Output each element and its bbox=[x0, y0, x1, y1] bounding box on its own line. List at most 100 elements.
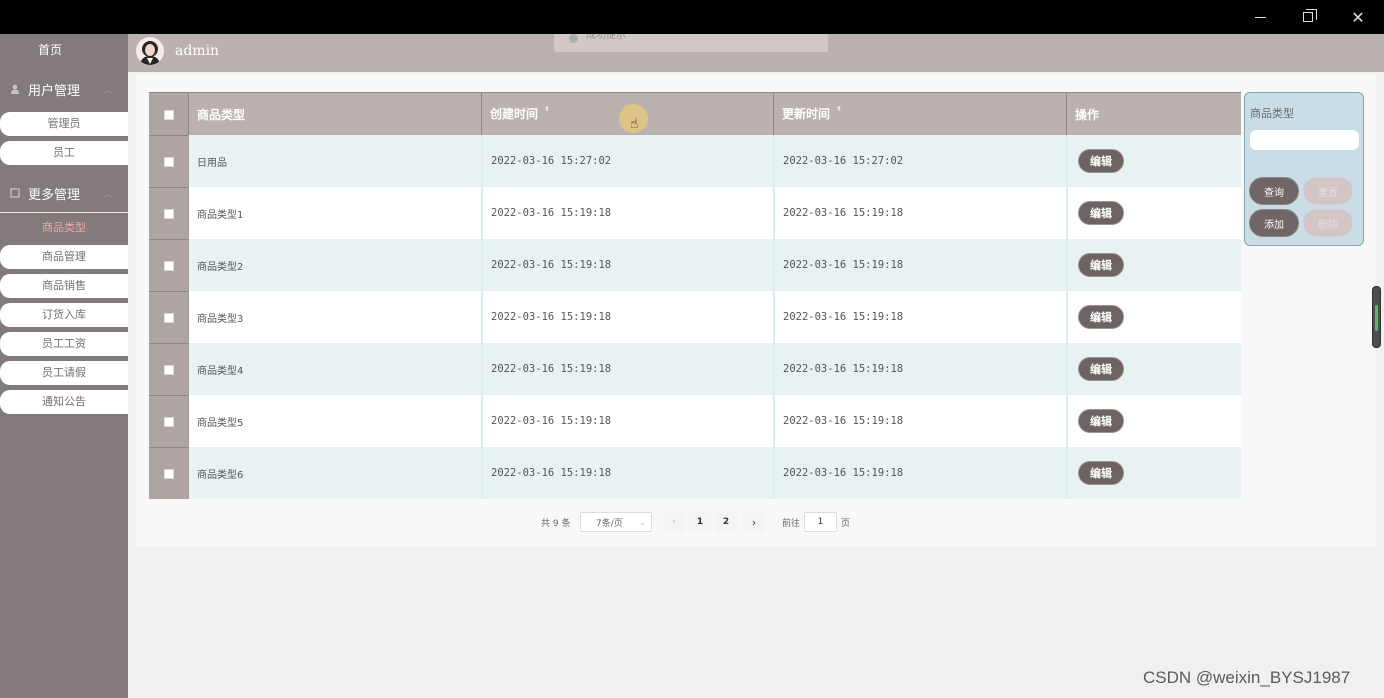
reset-button[interactable]: 重置 bbox=[1303, 177, 1353, 205]
edit-button[interactable]: 编辑 bbox=[1078, 149, 1124, 173]
table-row: 日用品 2022-03-16 15:27:02 2022-03-16 15:27:0… bbox=[149, 135, 1241, 187]
table-row: 商品类型4 2022-03-16 15:19:18 2022-03-16 15:19… bbox=[149, 343, 1241, 395]
cell-actions: 编辑 bbox=[1066, 135, 1241, 187]
cell-updated: 2022-03-16 15:19:18 bbox=[773, 239, 1066, 291]
sort-icon[interactable]: ⬍ bbox=[544, 105, 550, 113]
edit-button[interactable]: 编辑 bbox=[1078, 253, 1124, 277]
table-header: 商品类型 创建时间 ⬍ 更新时间 ⬍ 操作 bbox=[149, 92, 1241, 136]
cell-updated: 2022-03-16 15:19:18 bbox=[773, 395, 1066, 447]
sort-icon[interactable]: ⬍ bbox=[836, 105, 842, 113]
sidebar-item-products[interactable]: 商品管理 bbox=[0, 245, 128, 269]
table-row: 商品类型2 2022-03-16 15:19:18 2022-03-16 15:19… bbox=[149, 239, 1241, 291]
page-unit-label: 页 bbox=[841, 518, 851, 529]
edit-button[interactable]: 编辑 bbox=[1078, 461, 1124, 485]
cell-actions: 编辑 bbox=[1066, 291, 1241, 343]
edit-button[interactable]: 编辑 bbox=[1078, 409, 1124, 433]
hand-cursor-icon: ☝ bbox=[630, 116, 639, 132]
sidebar-item-notices[interactable]: 通知公告 bbox=[0, 390, 128, 414]
sidebar-item-sales[interactable]: 商品销售 bbox=[0, 274, 128, 298]
row-checkbox[interactable] bbox=[149, 395, 188, 447]
cell-created: 2022-03-16 15:19:18 bbox=[481, 447, 773, 499]
select-all-checkbox[interactable] bbox=[149, 93, 188, 136]
restore-icon[interactable] bbox=[1284, 0, 1332, 34]
edit-button[interactable]: 编辑 bbox=[1078, 305, 1124, 329]
sidebar-item-stock-in[interactable]: 订货入库 bbox=[0, 303, 128, 327]
toast-text: 成功提示 bbox=[586, 34, 626, 41]
table-row: 商品类型5 2022-03-16 15:19:18 2022-03-16 15:19… bbox=[149, 395, 1241, 447]
sidebar-group-label: 更多管理 bbox=[28, 187, 81, 203]
row-checkbox[interactable] bbox=[149, 291, 188, 343]
sidebar-group-label: 用户管理 bbox=[28, 83, 81, 99]
divider bbox=[0, 212, 128, 213]
row-checkbox[interactable] bbox=[149, 239, 188, 291]
cell-actions: 编辑 bbox=[1066, 239, 1241, 291]
cell-type: 商品类型3 bbox=[188, 291, 481, 343]
delete-button[interactable]: 删除 bbox=[1303, 209, 1353, 237]
prev-page-button[interactable]: ‹ bbox=[663, 512, 685, 532]
page-2-button[interactable]: 2 bbox=[715, 512, 737, 532]
column-header-actions: 操作 bbox=[1066, 93, 1241, 136]
avatar[interactable] bbox=[136, 37, 164, 65]
username: admin bbox=[175, 43, 220, 59]
cell-type: 商品类型6 bbox=[188, 447, 481, 499]
cell-updated: 2022-03-16 15:19:18 bbox=[773, 291, 1066, 343]
success-toast: 成功提示 bbox=[554, 34, 828, 52]
search-input[interactable] bbox=[1250, 130, 1359, 150]
sidebar-group-user-management[interactable]: 用户管理 ︿ bbox=[0, 74, 128, 104]
page-1-button[interactable]: 1 bbox=[689, 512, 711, 532]
cell-created: 2022-03-16 15:27:02 bbox=[481, 135, 773, 187]
cell-created: 2022-03-16 15:19:18 bbox=[481, 395, 773, 447]
cell-created: 2022-03-16 15:19:18 bbox=[481, 343, 773, 395]
column-header-updated[interactable]: 更新时间 ⬍ bbox=[773, 93, 1066, 136]
sidebar-item-home[interactable]: 首页 bbox=[0, 34, 100, 66]
chevron-up-icon: ︿ bbox=[102, 86, 112, 96]
query-button[interactable]: 查询 bbox=[1249, 177, 1299, 205]
cell-created: 2022-03-16 15:19:18 bbox=[481, 239, 773, 291]
check-circle-icon bbox=[569, 34, 578, 43]
search-label: 商品类型 bbox=[1250, 107, 1294, 120]
sidebar: 首页 用户管理 ︿ 管理员 员工 更多管理 ︿ 商品类型 商品管理 商品销售 订… bbox=[0, 34, 128, 698]
search-panel: 商品类型 查询 重置 添加 删除 bbox=[1244, 92, 1364, 246]
pagination-total: 共 9 条 bbox=[541, 518, 571, 529]
column-header-type: 商品类型 bbox=[188, 93, 481, 136]
cell-updated: 2022-03-16 15:19:18 bbox=[773, 447, 1066, 499]
cell-created: 2022-03-16 15:19:18 bbox=[481, 291, 773, 343]
cell-created: 2022-03-16 15:19:18 bbox=[481, 187, 773, 239]
watermark: CSDN @weixin_BYSJ1987 bbox=[1143, 668, 1351, 687]
row-checkbox[interactable] bbox=[149, 187, 188, 239]
cell-type: 商品类型2 bbox=[188, 239, 481, 291]
sidebar-item-salaries[interactable]: 员工工资 bbox=[0, 332, 128, 356]
cell-updated: 2022-03-16 15:19:18 bbox=[773, 343, 1066, 395]
minimize-icon[interactable] bbox=[1236, 0, 1284, 34]
column-header-label: 创建时间 bbox=[490, 107, 539, 121]
goto-page-input[interactable]: 1 bbox=[804, 512, 837, 532]
sidebar-group-more-management[interactable]: 更多管理 ︿ bbox=[0, 178, 128, 208]
chevron-up-icon: ︿ bbox=[102, 190, 112, 200]
document-icon bbox=[10, 188, 20, 198]
table-row: 商品类型1 2022-03-16 15:19:18 2022-03-16 15:19… bbox=[149, 187, 1241, 239]
goto-label: 前往 bbox=[782, 518, 801, 529]
sidebar-item-product-types[interactable]: 商品类型 bbox=[0, 216, 128, 240]
top-header: admin 成功提示 bbox=[128, 34, 1384, 72]
edit-button[interactable]: 编辑 bbox=[1078, 201, 1124, 225]
add-button[interactable]: 添加 bbox=[1249, 209, 1299, 237]
row-checkbox[interactable] bbox=[149, 343, 188, 395]
sidebar-item-employees[interactable]: 员工 bbox=[0, 141, 128, 165]
user-icon bbox=[11, 84, 19, 94]
row-checkbox[interactable] bbox=[149, 447, 188, 499]
page-size-value: 7条/页 bbox=[596, 518, 623, 529]
next-page-button[interactable]: › bbox=[743, 512, 765, 532]
cell-type: 商品类型5 bbox=[188, 395, 481, 447]
close-icon[interactable]: ✕ bbox=[1334, 0, 1382, 34]
cell-type: 日用品 bbox=[188, 135, 481, 187]
cell-updated: 2022-03-16 15:19:18 bbox=[773, 187, 1066, 239]
page-size-select[interactable]: 7条/页 ⌄ bbox=[580, 512, 652, 532]
sidebar-item-admins[interactable]: 管理员 bbox=[0, 112, 128, 136]
edit-button[interactable]: 编辑 bbox=[1078, 357, 1124, 381]
scrollbar[interactable] bbox=[1372, 286, 1381, 348]
row-checkbox[interactable] bbox=[149, 135, 188, 187]
table-row: 商品类型3 2022-03-16 15:19:18 2022-03-16 15:19… bbox=[149, 291, 1241, 343]
sidebar-item-leave[interactable]: 员工请假 bbox=[0, 361, 128, 385]
column-header-label: 更新时间 bbox=[782, 107, 831, 121]
cell-actions: 编辑 bbox=[1066, 343, 1241, 395]
